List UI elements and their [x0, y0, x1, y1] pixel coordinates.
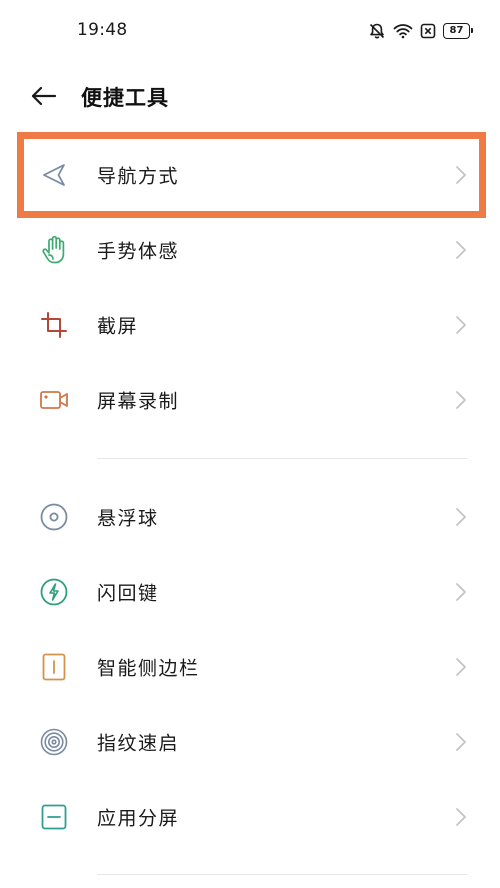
- navigation-arrow-icon: [38, 159, 70, 191]
- list-item-gesture[interactable]: 手势体感: [0, 212, 500, 287]
- item-label: 应用分屏: [97, 807, 180, 829]
- sim-blocked-icon: [420, 23, 436, 39]
- item-label: 闪回键: [97, 582, 159, 604]
- item-label: 截屏: [97, 315, 139, 337]
- chevron-right-icon: [454, 164, 468, 186]
- wifi-icon: [393, 23, 413, 39]
- item-label: 屏幕录制: [97, 390, 180, 412]
- flashback-icon: [38, 576, 70, 608]
- crop-icon: [38, 309, 70, 341]
- status-icons: 87: [368, 21, 473, 41]
- status-bar: 19:48 87: [0, 0, 500, 62]
- item-label: 智能侧边栏: [97, 657, 200, 679]
- item-label: 指纹速启: [97, 732, 180, 754]
- fingerprint-icon: [38, 726, 70, 758]
- bell-muted-icon: [368, 22, 386, 40]
- arrow-left-icon: [31, 86, 57, 110]
- list-item-fingerprint-launch[interactable]: 指纹速启: [0, 704, 500, 779]
- list-item-screen-record[interactable]: 屏幕录制: [0, 362, 500, 437]
- item-label: 悬浮球: [97, 507, 159, 529]
- back-button[interactable]: [26, 80, 62, 116]
- section-divider: [97, 458, 467, 459]
- chevron-right-icon: [454, 314, 468, 336]
- status-time: 19:48: [77, 20, 128, 40]
- chevron-right-icon: [454, 389, 468, 411]
- chevron-right-icon: [454, 239, 468, 261]
- chevron-right-icon: [454, 506, 468, 528]
- sidebar-icon: [38, 651, 70, 683]
- chevron-right-icon: [454, 581, 468, 603]
- chevron-right-icon: [454, 731, 468, 753]
- page-title: 便捷工具: [81, 86, 169, 110]
- split-screen-icon: [38, 801, 70, 833]
- chevron-right-icon: [454, 656, 468, 678]
- list-item-split-screen[interactable]: 应用分屏: [0, 779, 500, 854]
- battery-indicator: 87: [443, 23, 473, 39]
- floating-ball-icon: [38, 501, 70, 533]
- hand-gesture-icon: [38, 234, 70, 266]
- page-header: 便捷工具: [0, 62, 500, 134]
- video-camera-icon: [38, 384, 70, 416]
- list-item-smart-sidebar[interactable]: 智能侧边栏: [0, 629, 500, 704]
- list-item-navigation[interactable]: 导航方式: [0, 137, 500, 212]
- list-item-floating-ball[interactable]: 悬浮球: [0, 479, 500, 554]
- list-item-screenshot[interactable]: 截屏: [0, 287, 500, 362]
- item-label: 导航方式: [97, 165, 180, 187]
- item-label: 手势体感: [97, 240, 180, 262]
- list-item-flashback[interactable]: 闪回键: [0, 554, 500, 629]
- tools-list-secondary: 悬浮球 闪回键 智能侧边栏 指纹速启 应用分屏: [0, 479, 500, 854]
- chevron-right-icon: [454, 806, 468, 828]
- tools-list-primary: 导航方式 手势体感 截屏 屏幕录制: [0, 137, 500, 437]
- bottom-divider: [97, 874, 467, 875]
